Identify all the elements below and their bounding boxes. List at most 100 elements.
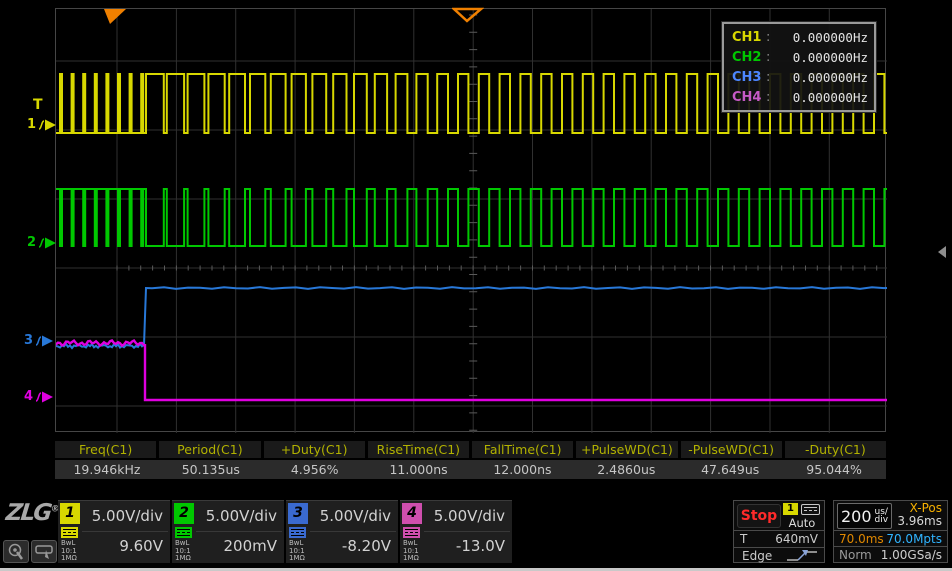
timebase-row1: 200 us/div X-Pos 3.96ms (834, 501, 947, 531)
channel3-probe-info: BwL10:11MΩ (289, 540, 305, 563)
xpos-value: 3.96ms (897, 515, 942, 528)
oscilloscope-screen: T 1 2 3 4 CH1 : 0.000000Hz (0, 0, 952, 571)
frequency-counter-panel: CH1 : 0.000000Hz CH2 : 0.000000Hz CH3 : … (722, 22, 876, 112)
freq-ch2-label: CH2 (732, 50, 766, 65)
channel3-settings-block[interactable]: 3 BwL10:11MΩ 5.00V/div -8.20V (286, 500, 398, 563)
trigger-level-row[interactable]: T 640mV (734, 531, 824, 548)
measurement-value-risetime: 11.000ns (367, 460, 471, 479)
measurement-labels-row: Freq(C1) Period(C1) +Duty(C1) RiseTime(C… (55, 441, 886, 458)
channel1-offset: 9.60V (119, 537, 163, 555)
channel-marker-arrow-icon (34, 390, 54, 404)
measurement-value-pduty: 4.956% (263, 460, 367, 479)
channel3-marker-label: 3 (24, 334, 33, 348)
channel2-scale: 5.00V/div (206, 507, 277, 525)
hand-tap-icon (35, 544, 54, 560)
freq-ch1-value: 0.000000Hz (776, 30, 868, 45)
zlg-logo: ZLG® (5, 500, 61, 526)
capture-time: 70.0ms (839, 532, 884, 546)
freq-colon: : (766, 50, 776, 65)
freq-ch4-label: CH4 (732, 90, 766, 105)
measurement-col-period[interactable]: Period(C1) (159, 441, 260, 458)
channel1-settings-block[interactable]: 1 BwL10:11MΩ 5.00V/div 9.60V (58, 500, 170, 563)
measurement-values-row: 19.946kHz 50.135us 4.956% 11.000ns 12.00… (55, 460, 886, 479)
timebase-unit: us/div (875, 508, 889, 525)
channel1-position-marker[interactable]: 1 (27, 118, 57, 132)
measurement-col-falltime[interactable]: FallTime(C1) (472, 441, 573, 458)
channel2-probe-info: BwL10:11MΩ (175, 540, 191, 563)
channel1-badge: 1 (60, 503, 80, 524)
measurement-value-ppulsewd: 2.4860us (574, 460, 678, 479)
channel4-position-marker[interactable]: 4 (24, 390, 54, 404)
measurement-col-risetime[interactable]: RiseTime(C1) (368, 441, 469, 458)
channel3-badge: 3 (288, 503, 308, 524)
channel3-scale: 5.00V/div (320, 507, 391, 525)
trigger-type-label: Edge (742, 549, 772, 563)
freq-ch3-label: CH3 (732, 70, 766, 85)
acquisition-row: 70.0ms 70.0Mpts (834, 531, 947, 547)
measurement-col-freq[interactable]: Freq(C1) (55, 441, 156, 458)
channel4-badge: 4 (402, 503, 422, 524)
measurement-col-nduty[interactable]: -Duty(C1) (785, 441, 886, 458)
channel2-coupling-icon (175, 527, 192, 538)
trigger-coupling-icon (801, 504, 820, 515)
channel4-probe-info: BwL10:11MΩ (403, 540, 419, 563)
channel1-scale: 5.00V/div (92, 507, 163, 525)
trigger-source-badge: 1 (783, 503, 798, 515)
measurement-value-falltime: 12.000ns (471, 460, 575, 479)
trigger-type-row[interactable]: Edge (734, 548, 824, 563)
trigger-time-marker-icon[interactable] (452, 7, 484, 23)
timebase-block[interactable]: 200 us/div X-Pos 3.96ms 70.0ms 70.0Mpts … (833, 500, 948, 563)
timebase-scale-value: 200 (841, 507, 872, 526)
memory-depth: 70.0Mpts (886, 532, 942, 546)
freq-row-ch1: CH1 : 0.000000Hz (732, 27, 868, 47)
rising-edge-icon (785, 549, 819, 562)
trigger-level-value: 640mV (775, 532, 818, 546)
channel2-marker-label: 2 (27, 236, 36, 250)
trigger-position-marker-icon[interactable] (103, 8, 127, 25)
freq-colon: : (766, 70, 776, 85)
channel2-settings-block[interactable]: 2 BwL10:11MΩ 5.00V/div 200mV (172, 500, 284, 563)
channel4-offset: -13.0V (456, 537, 505, 555)
channel2-position-marker[interactable]: 2 (27, 236, 57, 250)
freq-row-ch3: CH3 : 0.000000Hz (732, 67, 868, 87)
trigger-level-label: T (740, 532, 747, 546)
trigger-mode[interactable]: Auto (783, 516, 821, 530)
trigger-status-block[interactable]: Stop 1 Auto T 640mV Edge (733, 500, 825, 563)
freq-colon: : (766, 90, 776, 105)
measurement-value-nduty: 95.044% (782, 460, 886, 479)
channel4-scale: 5.00V/div (434, 507, 505, 525)
channel3-position-marker[interactable]: 3 (24, 334, 54, 348)
freq-ch2-value: 0.000000Hz (776, 50, 868, 65)
timebase-scale-box[interactable]: 200 us/div (837, 503, 892, 529)
freq-ch4-value: 0.000000Hz (776, 90, 868, 105)
channel-marker-arrow-icon (34, 334, 54, 348)
tap-button[interactable] (31, 540, 57, 563)
side-menu-handle-icon[interactable] (938, 246, 946, 258)
measurement-col-ppulsewd[interactable]: +PulseWD(C1) (576, 441, 677, 458)
stop-button[interactable]: Stop (737, 504, 781, 528)
freq-ch3-value: 0.000000Hz (776, 70, 868, 85)
trigger-source[interactable]: 1 (783, 503, 820, 515)
acq-mode: Norm (839, 548, 872, 562)
channel3-coupling-icon (289, 527, 306, 538)
touch-gesture-button[interactable] (3, 540, 29, 563)
measurement-col-npulsewd[interactable]: -PulseWD(C1) (681, 441, 782, 458)
divider (424, 531, 510, 532)
divider (310, 531, 396, 532)
measurement-value-period: 50.135us (159, 460, 263, 479)
freq-row-ch2: CH2 : 0.000000Hz (732, 47, 868, 67)
channel1-coupling-icon (61, 527, 78, 538)
measurement-col-pduty[interactable]: +Duty(C1) (264, 441, 365, 458)
trigger-level-marker[interactable]: T (33, 97, 43, 113)
channel2-offset: 200mV (223, 537, 277, 555)
channel3-offset: -8.20V (342, 537, 391, 555)
freq-colon: : (766, 30, 776, 45)
channel-marker-arrow-icon (37, 118, 57, 132)
measurement-strip: Freq(C1) Period(C1) +Duty(C1) RiseTime(C… (55, 441, 886, 479)
freq-ch1-label: CH1 (732, 30, 766, 45)
channel4-settings-block[interactable]: 4 BwL10:11MΩ 5.00V/div -13.0V (400, 500, 512, 563)
sample-rate-row: Norm 1.00GSa/s (834, 547, 947, 562)
trigger-row-run-state: Stop 1 Auto (734, 501, 824, 531)
divider (82, 531, 168, 532)
xpos-readout[interactable]: X-Pos 3.96ms (897, 502, 942, 528)
